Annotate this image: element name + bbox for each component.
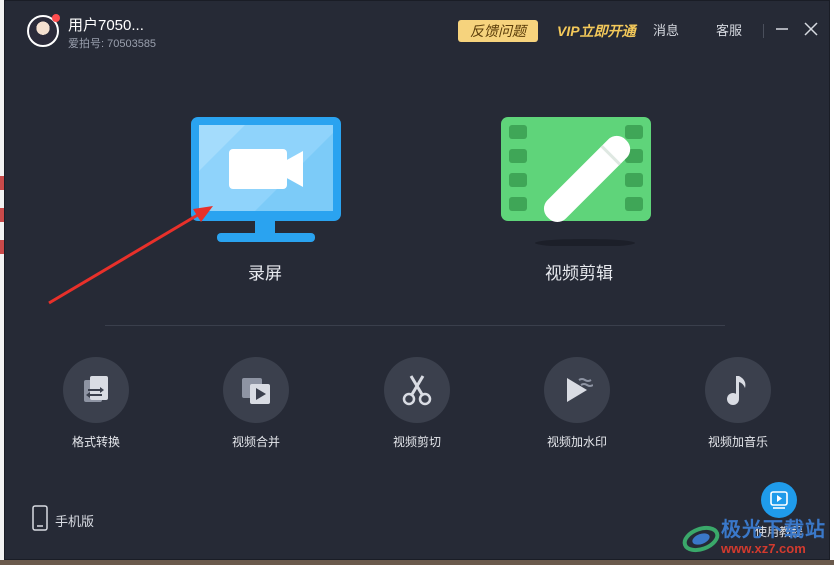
mobile-version-button[interactable]: 手机版 <box>31 505 94 536</box>
tool-video-watermark[interactable]: 视频加水印 <box>527 357 627 450</box>
video-merge-icon <box>242 378 270 404</box>
annotation-arrow <box>48 206 213 305</box>
tool-video-merge-label: 视频合并 <box>231 435 280 449</box>
watermark-logo-icon <box>682 525 720 553</box>
tool-video-cut-label: 视频剪切 <box>392 435 441 449</box>
tool-video-watermark-label: 视频加水印 <box>546 435 607 449</box>
tool-video-cut[interactable]: 视频剪切 <box>367 357 467 450</box>
tool-video-merge[interactable]: 视频合并 <box>206 357 306 450</box>
music-note-icon <box>727 376 746 405</box>
app-window: 用户7050... 爱拍号: 70503585 反馈问题 VIP立即开通 消息 … <box>4 0 830 560</box>
tool-video-music-label: 视频加音乐 <box>707 435 768 449</box>
watermark-url: www.xz7.com <box>721 541 806 556</box>
scissors-icon <box>402 375 432 406</box>
section-divider <box>105 325 725 326</box>
phone-icon <box>32 505 48 531</box>
site-watermark: 极光下载站 www.xz7.com <box>681 513 834 561</box>
format-convert-icon <box>84 376 108 402</box>
watermark-title: 极光下载站 <box>721 519 826 541</box>
mobile-version-label: 手机版 <box>55 514 95 529</box>
tool-video-music[interactable]: 视频加音乐 <box>688 357 788 450</box>
watermark-icon <box>567 378 593 402</box>
tool-format-convert[interactable]: 格式转换 <box>46 357 146 450</box>
tool-format-convert-label: 格式转换 <box>71 435 120 449</box>
